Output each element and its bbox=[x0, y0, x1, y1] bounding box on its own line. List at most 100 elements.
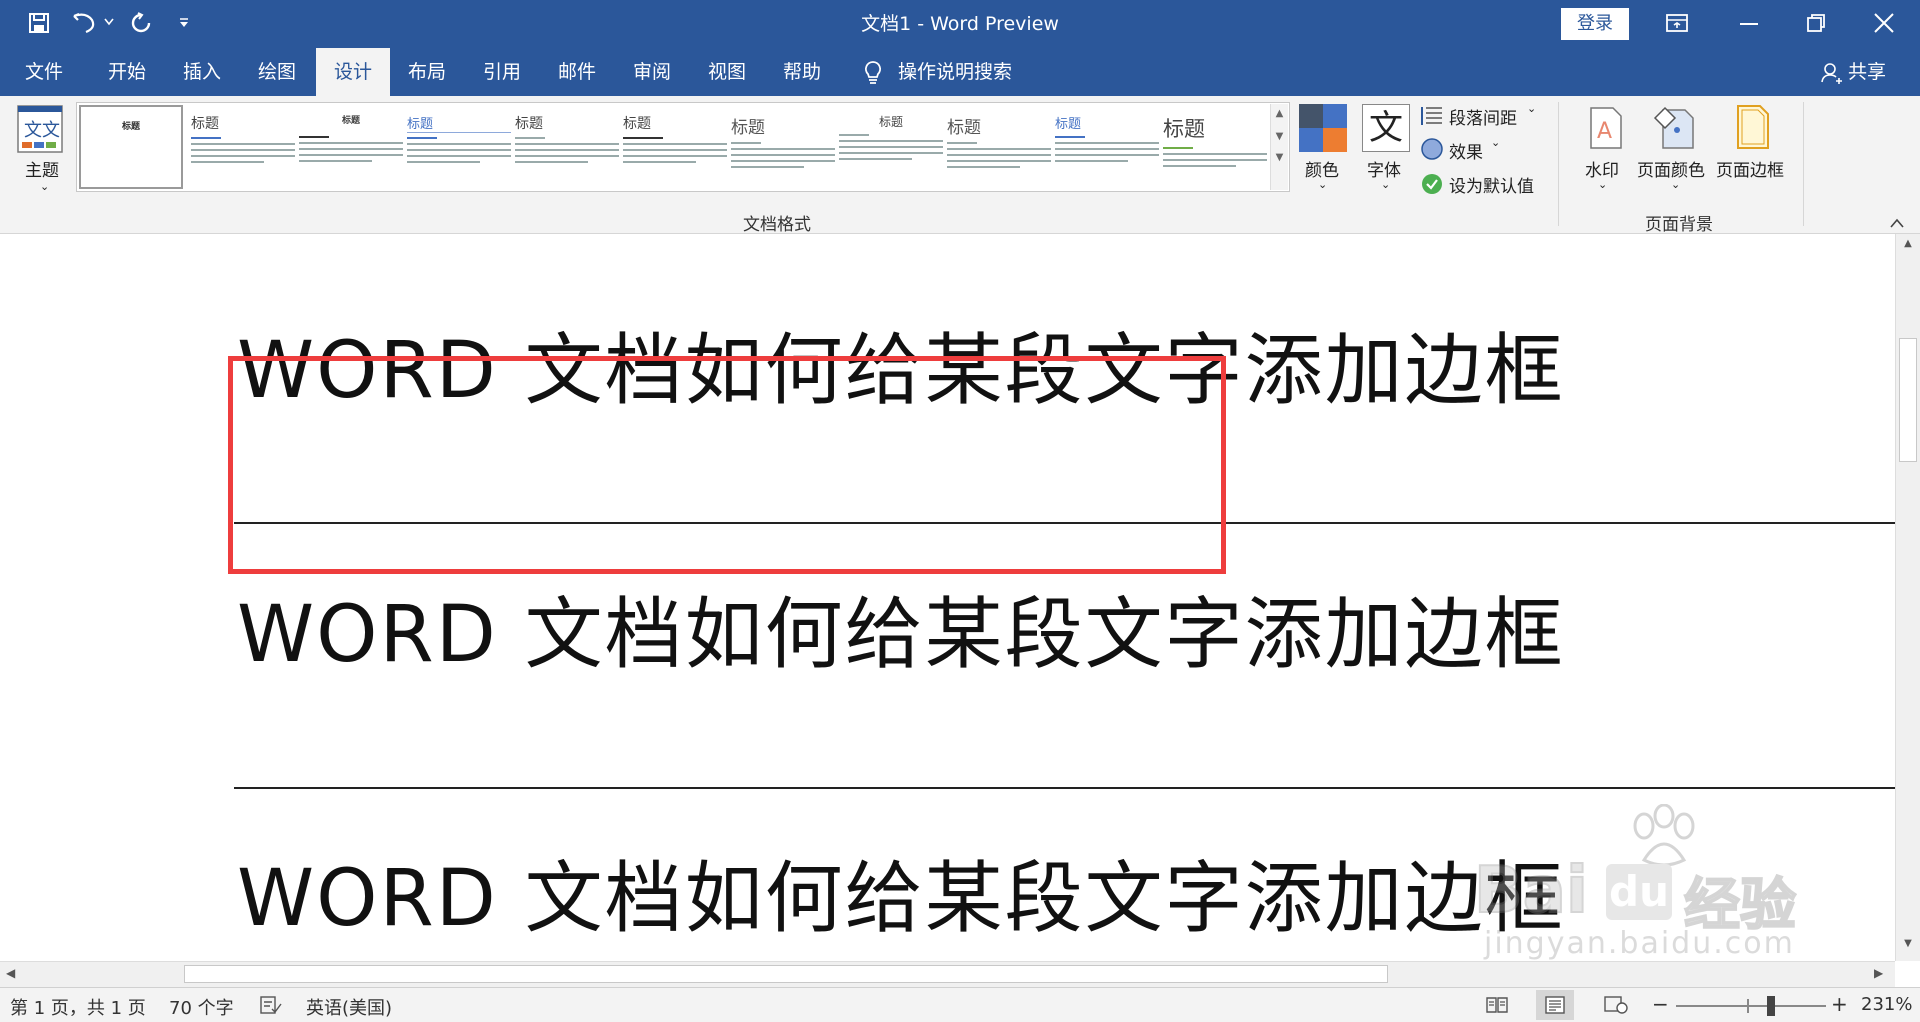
colors-icon bbox=[1299, 104, 1347, 152]
highlight-annotation-box bbox=[228, 356, 1226, 574]
colors-button[interactable] bbox=[1299, 104, 1347, 152]
minimize-icon[interactable] bbox=[1740, 22, 1760, 26]
baidu-watermark: Bai du 经验 jingyan.baidu.com bbox=[1473, 804, 1894, 961]
scroll-left-icon[interactable]: ◀ bbox=[6, 966, 15, 980]
watermark-icon: A bbox=[1590, 107, 1622, 149]
lightbulb-icon bbox=[865, 61, 881, 84]
style-set-item[interactable]: 标题 bbox=[1055, 113, 1159, 199]
style-set-title: 标题 bbox=[731, 118, 765, 138]
chevron-down-icon: ⌄ bbox=[1381, 178, 1391, 191]
paragraph-heading[interactable]: WORD 文档如何给某段文字添加边框 bbox=[237, 572, 1565, 684]
language-indicator[interactable]: 英语(美国) bbox=[306, 994, 392, 1020]
horizontal-scroll-thumb[interactable] bbox=[184, 965, 1388, 983]
share-icon[interactable] bbox=[1821, 62, 1843, 84]
tab-draw[interactable]: 绘图 bbox=[239, 48, 315, 96]
scroll-up-icon[interactable]: ▲ bbox=[1896, 238, 1920, 249]
tab-references[interactable]: 引用 bbox=[464, 48, 540, 96]
style-set-title: 标题 bbox=[515, 116, 543, 132]
paragraph-border-bottom bbox=[234, 787, 1895, 789]
gallery-more-icon[interactable]: ▼ bbox=[1271, 152, 1288, 163]
svg-text:文文: 文文 bbox=[24, 120, 60, 141]
zoom-in-button[interactable]: + bbox=[1831, 992, 1848, 1016]
print-layout-icon[interactable] bbox=[1544, 996, 1566, 1014]
title-bar: 文档1 - Word Preview 登录 bbox=[0, 0, 1920, 48]
style-set-item[interactable]: 标题 bbox=[515, 113, 619, 199]
close-icon[interactable] bbox=[1873, 12, 1895, 34]
svg-text:A: A bbox=[1597, 119, 1612, 144]
style-set-item[interactable]: 标题 bbox=[1163, 113, 1267, 199]
style-set-title: 标题 bbox=[623, 116, 651, 132]
group-divider bbox=[1558, 102, 1559, 226]
page-color-icon bbox=[1653, 106, 1694, 149]
chevron-down-icon: ⌄ bbox=[1671, 178, 1681, 191]
tab-help[interactable]: 帮助 bbox=[764, 48, 840, 96]
group-divider bbox=[1803, 102, 1804, 226]
style-set-item[interactable]: 标题 bbox=[623, 113, 727, 199]
group-label-document-formatting: 文档格式 bbox=[743, 215, 811, 235]
style-set-item[interactable]: 标题 bbox=[299, 113, 403, 199]
document-area[interactable]: WORD 文档如何给某段文字添加边框 WORD 文档如何给某段文字添加边框 WO… bbox=[0, 234, 1895, 961]
vertical-scroll-thumb[interactable] bbox=[1899, 338, 1917, 462]
tab-design[interactable]: 设计 bbox=[316, 48, 390, 96]
style-set-item[interactable]: 标题 bbox=[407, 113, 511, 199]
vertical-scrollbar[interactable]: ▲ ▼ bbox=[1895, 234, 1920, 961]
page-borders-button[interactable]: 页面边框 bbox=[1716, 156, 1784, 181]
tab-review[interactable]: 审阅 bbox=[614, 48, 690, 96]
chevron-up-icon[interactable]: ▲ bbox=[1271, 108, 1288, 119]
style-set-title: 标题 bbox=[1163, 117, 1205, 141]
window-title: 文档1 - Word Preview bbox=[861, 13, 1059, 35]
group-label-page-background: 页面背景 bbox=[1645, 215, 1713, 235]
effects-button[interactable]: 效果 bbox=[1449, 138, 1483, 163]
collapse-ribbon-icon[interactable] bbox=[1890, 218, 1904, 228]
style-set-item[interactable]: 标题 bbox=[731, 113, 835, 199]
style-set-item[interactable]: 标题 bbox=[839, 113, 943, 199]
style-set-title: 标题 bbox=[878, 115, 903, 129]
ribbon-display-icon[interactable] bbox=[1665, 12, 1689, 34]
fonts-button[interactable]: 文 bbox=[1362, 104, 1410, 152]
page-count[interactable]: 第 1 页，共 1 页 bbox=[10, 994, 146, 1020]
gallery-scroll[interactable]: ▲ ▼ ▼ bbox=[1270, 104, 1288, 190]
tab-view[interactable]: 视图 bbox=[689, 48, 765, 96]
paragraph-spacing-button[interactable]: 段落间距 bbox=[1449, 104, 1517, 129]
login-button[interactable]: 登录 bbox=[1561, 8, 1629, 40]
paragraph-heading[interactable]: WORD 文档如何给某段文字添加边框 bbox=[237, 836, 1565, 948]
tell-me-search[interactable]: 操作说明搜索 bbox=[898, 48, 1038, 96]
tab-layout[interactable]: 布局 bbox=[389, 48, 465, 96]
chevron-down-icon[interactable]: ▼ bbox=[1271, 131, 1288, 142]
paragraph-spacing-icon bbox=[1421, 107, 1442, 125]
zoom-level[interactable]: 231% bbox=[1861, 994, 1912, 1015]
scroll-right-icon[interactable]: ▶ bbox=[1874, 966, 1883, 980]
scroll-down-icon[interactable]: ▼ bbox=[1896, 938, 1920, 949]
horizontal-scrollbar[interactable]: ◀ ▶ bbox=[0, 961, 1895, 987]
zoom-slider-thumb[interactable] bbox=[1767, 996, 1775, 1016]
read-mode-icon[interactable] bbox=[1486, 996, 1508, 1014]
tab-file[interactable]: 文件 bbox=[6, 48, 82, 96]
style-set-title: 标题 bbox=[341, 116, 360, 126]
style-set-title: 标题 bbox=[407, 113, 511, 133]
tab-home[interactable]: 开始 bbox=[89, 48, 165, 96]
style-set-item[interactable]: 标题 bbox=[191, 113, 295, 199]
zoom-out-button[interactable]: − bbox=[1652, 992, 1669, 1016]
proofing-icon[interactable] bbox=[260, 996, 282, 1014]
chevron-down-icon: ⌄ bbox=[1491, 136, 1501, 149]
style-set-title: 标题 bbox=[947, 118, 981, 138]
style-set-title: 标题 bbox=[1055, 117, 1082, 132]
zoom-slider-track[interactable] bbox=[1676, 1005, 1826, 1007]
themes-icon: 文文 bbox=[17, 105, 63, 153]
tab-insert[interactable]: 插入 bbox=[164, 48, 240, 96]
status-bar: 第 1 页，共 1 页 70 个字 英语(美国) − + 231% bbox=[0, 987, 1920, 1022]
restore-icon[interactable] bbox=[1805, 12, 1827, 34]
style-set-gallery: 标题 标题 标题 标题 标题 标题 标题 标题 标题 标题 标题 bbox=[76, 102, 1290, 192]
set-as-default-button[interactable]: 设为默认值 bbox=[1449, 172, 1534, 197]
ribbon-tabs: 文件 开始 插入 绘图 设计 布局 引用 邮件 审阅 视图 帮助 操作说明搜索 … bbox=[0, 48, 1920, 96]
style-set-item[interactable]: 标题 bbox=[79, 105, 183, 189]
effects-icon bbox=[1421, 138, 1443, 160]
chevron-down-icon: ⌄ bbox=[1527, 102, 1537, 115]
chevron-down-icon: ⌄ bbox=[1598, 178, 1608, 191]
share-button[interactable]: 共享 bbox=[1848, 48, 1898, 96]
zoom-slider-center-tick bbox=[1747, 999, 1749, 1013]
style-set-item[interactable]: 标题 bbox=[947, 113, 1051, 199]
tab-mailings[interactable]: 邮件 bbox=[539, 48, 615, 96]
word-count[interactable]: 70 个字 bbox=[169, 994, 234, 1020]
web-layout-icon[interactable] bbox=[1604, 996, 1628, 1014]
